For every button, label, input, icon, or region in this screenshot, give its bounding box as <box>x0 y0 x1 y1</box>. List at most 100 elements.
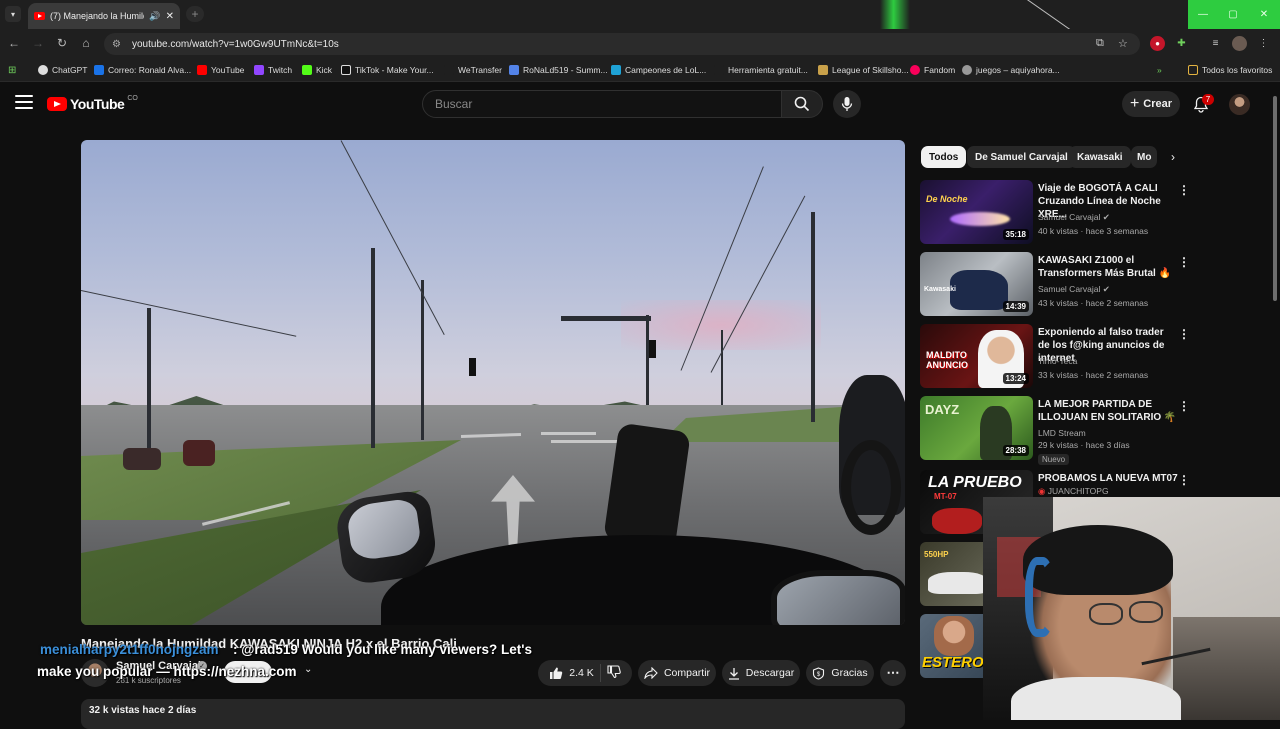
glasses-left <box>1089 603 1123 625</box>
recommendation-item[interactable]: Kawasaki 14:39 KAWASAKI Z1000 el Transfo… <box>920 252 1270 320</box>
video-thumbnail: DAYZ 28:38 <box>920 396 1033 460</box>
plus-icon: + <box>1129 95 1140 112</box>
recommendation-meta: 29 k vistas · hace 3 días <box>1038 440 1130 450</box>
more-bookmarks-chevron-icon[interactable]: » <box>1157 62 1162 78</box>
youtube-masthead: YouTube CO Buscar + Crear 7 <box>0 83 1280 125</box>
profile-avatar-icon[interactable] <box>1232 36 1247 51</box>
browser-tab-bar: ▾ (7) Manejando la Humildad KAWASAKI NIN… <box>0 0 1280 29</box>
minimize-button[interactable]: — <box>1188 0 1218 29</box>
youtube-icon <box>197 65 207 75</box>
tab-title: (7) Manejando la Humildad KAWASAKI NINJA… <box>50 11 144 21</box>
reload-icon[interactable]: ↻ <box>54 35 70 51</box>
bookmark-item[interactable]: WeTransfer <box>444 62 502 78</box>
utility-pole <box>811 212 815 422</box>
bookmark-item[interactable]: RoNaLd519 - Summ... <box>509 62 608 78</box>
page-scrollbar[interactable] <box>1273 96 1277 301</box>
back-icon[interactable]: ← <box>6 35 22 51</box>
background-decoration <box>880 0 910 29</box>
chevron-down-icon[interactable]: ⌄ <box>304 664 312 675</box>
apps-grid-icon[interactable]: ⊞ <box>8 62 16 78</box>
browser-toolbar: ← → ↻ ⌂ ⚙ youtube.com/watch?v=1w0Gw9UTmN… <box>0 29 1280 58</box>
bookmark-item[interactable]: Campeones de LoL... <box>611 62 706 78</box>
recommendation-item[interactable]: De Noche 35:18 Viaje de BOGOTÁ A CALI Cr… <box>920 180 1270 248</box>
chip-kawasaki[interactable]: Kawasaki <box>1069 146 1131 168</box>
menu-hamburger-icon[interactable] <box>15 95 33 109</box>
create-button[interactable]: + Crear <box>1122 91 1180 117</box>
thumbnail-person <box>934 616 974 656</box>
close-tab-icon[interactable]: ✕ <box>166 11 174 22</box>
like-button[interactable]: 2.4 K <box>549 667 594 680</box>
browser-tab-active[interactable]: (7) Manejando la Humildad KAWASAKI NINJA… <box>28 3 180 29</box>
more-vert-icon[interactable]: ⋮ <box>1178 398 1190 414</box>
video-thumbnail: MALDITO ANUNCIO 13:24 <box>920 324 1033 388</box>
more-vert-icon[interactable]: ⋮ <box>1178 326 1190 342</box>
all-bookmarks-folder[interactable]: Todos los favoritos <box>1188 62 1272 78</box>
voice-search-button[interactable] <box>833 90 861 118</box>
svg-text:$: $ <box>817 672 821 678</box>
lol-icon <box>611 65 621 75</box>
search-input[interactable]: Buscar <box>422 90 782 118</box>
reading-list-icon[interactable]: ≡ <box>1208 36 1223 51</box>
thanks-button[interactable]: $ Gracias <box>806 660 874 686</box>
home-icon[interactable]: ⌂ <box>78 35 94 51</box>
search-button[interactable] <box>781 90 823 118</box>
share-button[interactable]: Compartir <box>638 660 716 686</box>
bookmark-star-icon[interactable]: ☆ <box>1118 37 1128 50</box>
bookmark-item[interactable]: YouTube <box>197 62 244 78</box>
chip-channel[interactable]: De Samuel Carvajal <box>967 146 1076 168</box>
bookmark-item[interactable]: Twitch <box>254 62 292 78</box>
dislike-button[interactable] <box>607 665 621 681</box>
browser-menu-icon[interactable]: ⋮ <box>1256 36 1271 51</box>
recommendation-meta: 43 k vistas · hace 2 semanas <box>1038 298 1149 308</box>
thumbnail-text: De Noche <box>926 194 968 204</box>
road-marking <box>541 432 596 435</box>
skillshot-icon <box>818 65 828 75</box>
thumbnail-graphic <box>950 212 1010 226</box>
recommendation-item[interactable]: DAYZ 28:38 LA MEJOR PARTIDA DE ILLOJUAN … <box>920 396 1270 465</box>
url-text: youtube.com/watch?v=1w0Gw9UTmNc&t=10s <box>132 38 339 50</box>
close-window-button[interactable]: ✕ <box>1248 0 1280 29</box>
address-bar[interactable]: ⚙ youtube.com/watch?v=1w0Gw9UTmNc&t=10s … <box>104 33 1140 55</box>
chip-more[interactable]: Mo <box>1131 146 1157 168</box>
site-info-icon[interactable]: ⚙ <box>112 39 124 50</box>
more-actions-button[interactable]: ⋯ <box>880 660 906 686</box>
bookmark-item[interactable]: League of Skillsho... <box>818 62 909 78</box>
more-vert-icon[interactable]: ⋮ <box>1178 182 1190 198</box>
thumbnail-text: DAYZ <box>925 402 960 417</box>
forward-icon[interactable]: → <box>30 35 46 51</box>
video-player[interactable] <box>81 140 905 625</box>
recommendation-channel: Timo-Teca <box>1038 356 1078 366</box>
install-app-icon[interactable]: ⧉ <box>1096 37 1104 50</box>
bookmark-item[interactable]: juegos – aquiyahora... <box>962 62 1060 78</box>
bookmark-item[interactable]: Correo: Ronald Alva... <box>94 62 191 78</box>
more-vert-icon[interactable]: ⋮ <box>1178 472 1190 488</box>
youtube-logo[interactable]: YouTube CO <box>47 95 138 112</box>
bookmark-item[interactable]: TikTok - Make Your... <box>341 62 434 78</box>
bookmark-item[interactable]: ChatGPT <box>38 62 87 78</box>
chevron-right-icon[interactable]: › <box>1164 148 1182 166</box>
twitch-icon <box>254 65 264 75</box>
traffic-light <box>649 340 656 358</box>
traffic-light <box>469 358 476 376</box>
extension-adblock-icon[interactable]: ● <box>1150 36 1165 51</box>
bookmark-item[interactable]: Fandom <box>910 62 955 78</box>
description-box[interactable]: 32 k vistas hace 2 días <box>81 699 905 729</box>
maximize-button[interactable]: ▢ <box>1218 0 1248 29</box>
new-tab-button[interactable]: + <box>186 6 204 22</box>
webcam-background-shelf <box>1173 617 1280 720</box>
recommendation-item[interactable]: MALDITO ANUNCIO 13:24 Exponiendo al fals… <box>920 324 1270 392</box>
account-avatar[interactable] <box>1229 94 1250 115</box>
extensions-icon[interactable]: ✚ <box>1174 36 1189 51</box>
glasses-right <box>1129 601 1163 623</box>
speaker-icon[interactable]: 🔊 <box>149 11 160 22</box>
chip-todos[interactable]: Todos <box>921 146 967 168</box>
thumbnail-text: MALDITO ANUNCIO <box>926 350 968 370</box>
recommendation-title: KAWASAKI Z1000 el Transformers Más Bruta… <box>1038 255 1172 279</box>
download-button[interactable]: Descargar <box>722 660 800 686</box>
tab-search-button[interactable]: ▾ <box>5 6 21 22</box>
bookmark-item[interactable]: Kick <box>302 62 332 78</box>
more-vert-icon[interactable]: ⋮ <box>1178 254 1190 270</box>
fandom-icon <box>910 65 920 75</box>
motorbike <box>183 440 215 466</box>
bookmark-item[interactable]: Herramienta gratuit... <box>714 62 808 78</box>
